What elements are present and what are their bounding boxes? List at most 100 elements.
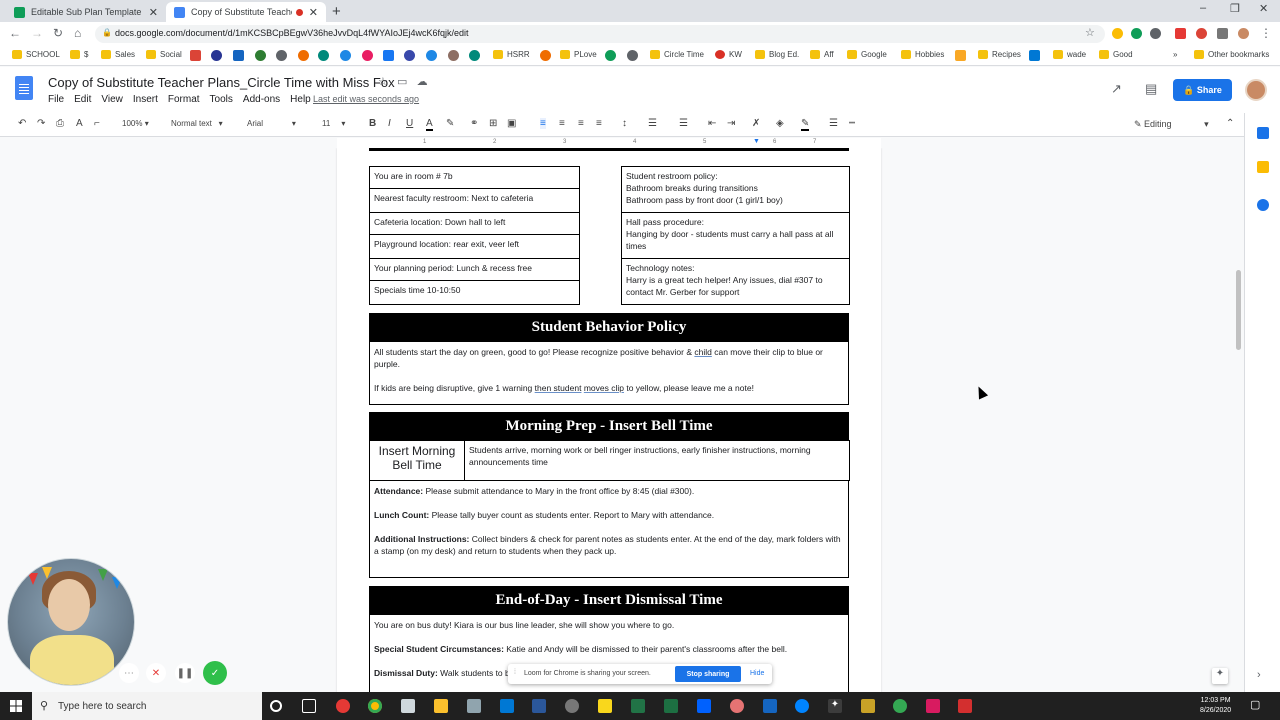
bookmark-item[interactable]: Google: [847, 50, 887, 59]
info-faculty-restroom[interactable]: Nearest faculty restroom: Next to cafete…: [369, 188, 580, 213]
app-icon[interactable]: [893, 699, 907, 713]
explore-icon[interactable]: ✦: [1212, 668, 1228, 684]
app-icon[interactable]: [926, 699, 940, 713]
morning-instructions[interactable]: Attendance: Please submit attendance to …: [369, 480, 849, 578]
text-color-icon[interactable]: A: [426, 118, 433, 131]
calendar-icon[interactable]: [1257, 127, 1269, 139]
gmail-icon[interactable]: [190, 50, 201, 61]
puzzle-icon[interactable]: [1217, 28, 1228, 39]
app-icon[interactable]: [631, 699, 645, 713]
bookmark-icon[interactable]: [627, 50, 638, 61]
border-dash-icon[interactable]: ┅: [849, 118, 855, 129]
bookmark-icon[interactable]: [448, 50, 459, 61]
menu-tools[interactable]: Tools: [210, 94, 233, 105]
bookmark-item[interactable]: Sales: [101, 50, 135, 59]
extension-icon[interactable]: [1131, 28, 1142, 39]
border-color-icon[interactable]: ✎: [801, 118, 810, 131]
tasks-icon[interactable]: [1257, 199, 1269, 211]
dropbox-icon[interactable]: [697, 699, 711, 713]
acrobat-icon[interactable]: [958, 699, 972, 713]
restore-button[interactable]: ❐: [1230, 2, 1240, 15]
activity-trend-icon[interactable]: ↗: [1111, 81, 1122, 97]
close-icon[interactable]: ✕: [309, 6, 318, 19]
share-button[interactable]: 🔒 Share: [1173, 79, 1232, 101]
bookmark-icon[interactable]: [605, 50, 616, 61]
bell-time-description[interactable]: Students arrive, morning work or bell ri…: [464, 440, 850, 481]
minimize-button[interactable]: –: [1200, 2, 1206, 14]
font-size-select[interactable]: 11 ▾: [322, 119, 345, 128]
cloud-status-icon[interactable]: ☁: [417, 76, 428, 88]
bookmark-item[interactable]: HSRR: [493, 50, 530, 59]
avatar[interactable]: [1245, 79, 1267, 101]
app-icon[interactable]: [730, 699, 744, 713]
chrome-icon[interactable]: [368, 699, 382, 713]
bookmark-icon[interactable]: [233, 50, 244, 61]
finish-recording-icon[interactable]: ✓: [203, 661, 227, 685]
behavior-heading[interactable]: Student Behavior Policy: [369, 313, 849, 341]
move-folder-icon[interactable]: ▭: [397, 76, 407, 88]
image-icon[interactable]: ▣: [507, 118, 516, 129]
more-options-icon[interactable]: ⋯: [119, 663, 139, 683]
bing-icon[interactable]: [1029, 50, 1040, 61]
bookmark-item[interactable]: KW: [715, 50, 742, 59]
morning-heading[interactable]: Morning Prep - Insert Bell Time: [369, 412, 849, 440]
document-title[interactable]: Copy of Substitute Teacher Plans_Circle …: [48, 75, 395, 90]
app-icon[interactable]: [336, 699, 350, 713]
bold-icon[interactable]: B: [369, 118, 376, 129]
bookmark-item[interactable]: wade: [1053, 50, 1086, 59]
bookmark-item[interactable]: Circle Time: [650, 50, 704, 59]
decrease-indent-icon[interactable]: ⇤: [708, 118, 716, 129]
url-bar[interactable]: 🔒 docs.google.com/document/d/1mKCSBCpBEg…: [95, 25, 1105, 43]
info-hall-pass[interactable]: Hall pass procedure: Hanging by door - s…: [621, 212, 850, 259]
spellcheck-icon[interactable]: A: [76, 118, 83, 129]
info-cafeteria[interactable]: Cafeteria location: Down hall to left: [369, 212, 580, 235]
info-planning-period[interactable]: Your planning period: Lunch & recess fre…: [369, 258, 580, 281]
task-view-icon[interactable]: [302, 699, 316, 713]
menu-help[interactable]: Help: [290, 94, 311, 105]
excel-icon[interactable]: [664, 699, 678, 713]
justify-icon[interactable]: ≡: [596, 118, 602, 129]
ruler[interactable]: 1 2 3 4 5 6 7 ▼: [337, 138, 881, 148]
vertical-scrollbar[interactable]: [1236, 270, 1241, 350]
tab-copy-of-substitute[interactable]: Copy of Substitute Teacher P ✕: [166, 2, 326, 22]
print-icon[interactable]: ⎙: [56, 118, 64, 129]
link-icon[interactable]: ⚭: [470, 118, 478, 129]
camera-icon[interactable]: [467, 699, 481, 713]
hide-button[interactable]: Hide: [750, 670, 764, 677]
comments-icon[interactable]: ▤: [1145, 81, 1157, 97]
bookmark-star-icon[interactable]: ☆: [1085, 26, 1095, 39]
home-icon[interactable]: ⌂: [74, 26, 81, 40]
bookmark-item[interactable]: Blog Ed.: [755, 50, 799, 59]
docs-logo-icon[interactable]: [15, 76, 33, 100]
align-center-icon[interactable]: ≡: [559, 118, 565, 129]
app-icon[interactable]: [861, 699, 875, 713]
align-left-icon[interactable]: ≡: [540, 118, 546, 129]
window-close-button[interactable]: ✕: [1259, 2, 1268, 15]
underline-icon[interactable]: U: [406, 118, 413, 129]
info-specials-time[interactable]: Specials time 10-10:50: [369, 280, 580, 305]
menu-format[interactable]: Format: [168, 94, 200, 105]
bookmark-icon[interactable]: [255, 50, 266, 61]
collapse-toolbar-icon[interactable]: ⌃: [1226, 118, 1234, 129]
fill-color-icon[interactable]: ◈: [776, 118, 784, 129]
menu-addons[interactable]: Add-ons: [243, 94, 280, 105]
bookmark-item[interactable]: Good: [1099, 50, 1133, 59]
bookmark-item[interactable]: Aff: [810, 50, 834, 59]
zoom-select[interactable]: 100% ▾: [122, 119, 149, 128]
drag-handle-icon[interactable]: ⁞: [514, 669, 516, 676]
sticky-notes-icon[interactable]: [598, 699, 612, 713]
bookmark-item[interactable]: $: [70, 50, 88, 59]
bookmark-item[interactable]: Recipes: [978, 50, 1021, 59]
bell-time-label[interactable]: Insert Morning Bell Time: [369, 440, 465, 481]
bookmark-icon[interactable]: [540, 50, 551, 61]
facebook-icon[interactable]: [383, 50, 394, 61]
new-tab-button[interactable]: +: [332, 3, 341, 20]
bookmark-icon[interactable]: [318, 50, 329, 61]
bookmark-icon[interactable]: [469, 50, 480, 61]
webcam-bubble[interactable]: [7, 558, 135, 686]
bookmark-item[interactable]: SCHOOL: [12, 50, 60, 59]
font-select[interactable]: Arial ▾: [247, 119, 296, 128]
bookmark-icon[interactable]: [211, 50, 222, 61]
app-icon[interactable]: [763, 699, 777, 713]
extension-icon[interactable]: [1112, 28, 1123, 39]
